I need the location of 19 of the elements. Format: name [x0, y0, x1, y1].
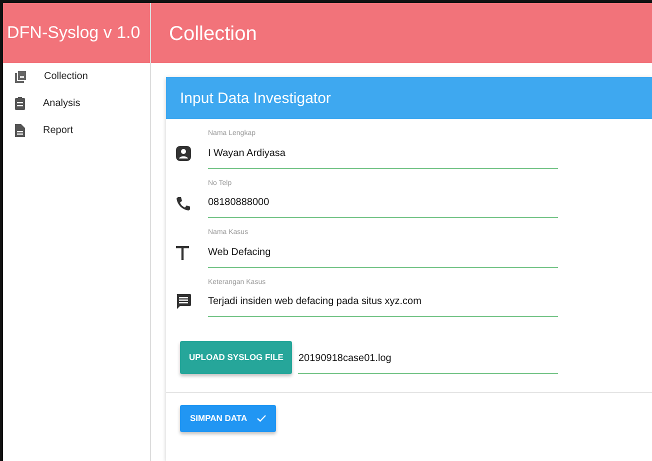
- document-icon: [15, 124, 25, 137]
- sidebar-item[interactable]: Report: [43, 123, 74, 138]
- card-header: Input Data Investigator: [166, 77, 652, 119]
- text-icon: [176, 246, 189, 260]
- input-field[interactable]: I Wayan Ardiyasa: [208, 140, 558, 168]
- phone-icon: [176, 196, 191, 210]
- page-title: Collection: [151, 3, 652, 63]
- sidebar-item[interactable]: Collection: [44, 69, 88, 84]
- person-icon: [176, 146, 191, 161]
- input-field[interactable]: Web Defacing: [208, 238, 558, 268]
- input-field[interactable]: 08180888000: [208, 189, 558, 218]
- comment-icon: [176, 294, 191, 310]
- app-title: DFN-Syslog v 1.0: [3, 3, 150, 63]
- file-name-field[interactable]: 20190918case01.log: [298, 344, 558, 374]
- clipboard-icon: [15, 97, 25, 110]
- sidebar-item[interactable]: Analysis: [43, 96, 80, 111]
- collection-icon: [15, 70, 26, 82]
- check-icon: [257, 414, 266, 422]
- input-field[interactable]: Terjadi insiden web defacing pada situs xyz.com: [208, 288, 558, 317]
